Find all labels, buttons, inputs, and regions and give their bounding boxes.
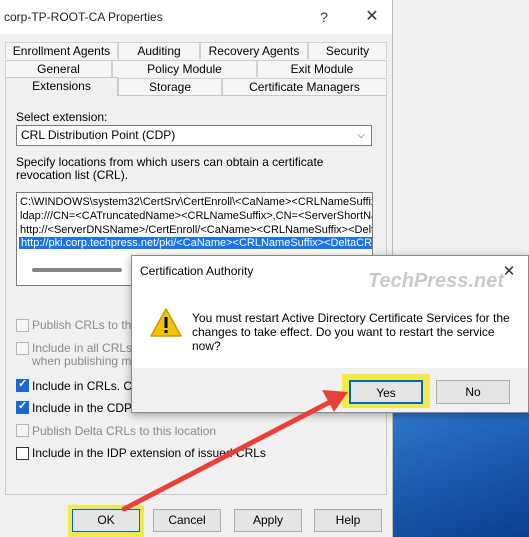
- tab-extensions[interactable]: Extensions: [5, 77, 118, 96]
